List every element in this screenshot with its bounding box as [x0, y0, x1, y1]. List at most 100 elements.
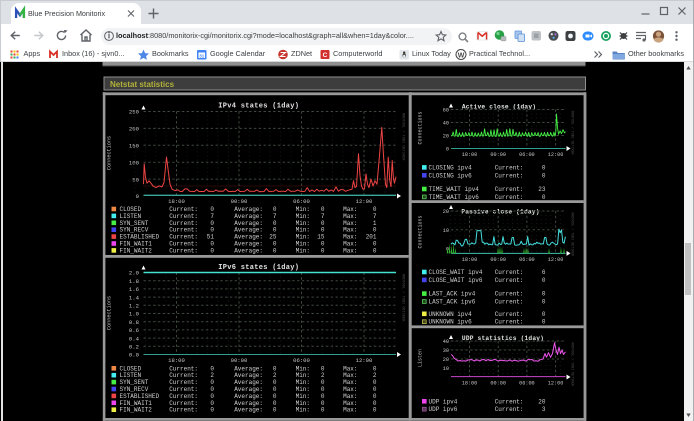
svg-text:0.4: 0.4 — [129, 335, 140, 342]
svg-text:40: 40 — [443, 121, 449, 127]
svg-text:12:00: 12:00 — [356, 198, 373, 205]
svg-text:2.0: 2.0 — [129, 270, 140, 277]
svg-text:0: 0 — [321, 407, 325, 414]
svg-text:CLOSE_WAIT ipv4: CLOSE_WAIT ipv4 — [429, 269, 483, 276]
svg-text:Current:: Current: — [495, 311, 524, 318]
svg-text:Average:: Average: — [234, 407, 263, 414]
svg-text:30: 30 — [443, 348, 449, 354]
svg-text:0: 0 — [210, 247, 214, 254]
svg-text:0: 0 — [446, 147, 449, 153]
svg-text:Current:: Current: — [169, 407, 198, 414]
svg-text:1.2: 1.2 — [129, 303, 139, 310]
svg-text:Min:: Min: — [296, 407, 310, 414]
svg-text:Connections: Connections — [418, 111, 424, 144]
svg-text:Current:: Current: — [495, 398, 524, 405]
svg-text:Current:: Current: — [495, 319, 524, 326]
svg-text:Max:: Max: — [343, 247, 357, 254]
svg-text:Connections: Connections — [418, 215, 424, 248]
svg-text:20: 20 — [443, 134, 449, 140]
svg-text:1.6: 1.6 — [129, 286, 139, 293]
svg-text:Current:: Current: — [169, 247, 198, 254]
svg-text:23: 23 — [538, 186, 546, 193]
svg-text:Current:: Current: — [495, 186, 524, 193]
svg-text:0: 0 — [542, 311, 546, 318]
svg-text:TIME_WAIT ipv4: TIME_WAIT ipv4 — [429, 186, 480, 193]
svg-text:Passive close (1day): Passive close (1day) — [461, 208, 539, 215]
svg-text:20: 20 — [443, 357, 449, 363]
svg-text:06:00: 06:00 — [293, 357, 310, 364]
svg-text:Min:: Min: — [296, 247, 310, 254]
svg-text:Current:: Current: — [495, 172, 524, 179]
svg-text:0: 0 — [542, 291, 546, 298]
svg-text:12:00: 12:00 — [548, 257, 564, 263]
svg-text:Average:: Average: — [234, 247, 263, 254]
svg-text:0.8: 0.8 — [129, 319, 139, 326]
svg-text:06:00: 06:00 — [519, 152, 535, 158]
svg-text:IPv4 states (1day): IPv4 states (1day) — [218, 103, 299, 111]
svg-text:FIN_WAIT2: FIN_WAIT2 — [120, 407, 153, 414]
svg-text:Current:: Current: — [495, 194, 524, 201]
svg-text:18:00: 18:00 — [462, 152, 478, 158]
svg-text:CLOSE_WAIT ipv6: CLOSE_WAIT ipv6 — [429, 277, 483, 284]
svg-text:200: 200 — [129, 126, 140, 133]
svg-text:150: 150 — [129, 143, 140, 150]
svg-text:RRDTOOL / TOBI OETIKER: RRDTOOL / TOBI OETIKER — [571, 111, 575, 155]
svg-text:20: 20 — [443, 209, 449, 215]
svg-text:Current:: Current: — [495, 164, 524, 171]
svg-text:06:00: 06:00 — [293, 198, 310, 205]
svg-text:RRDTOOL / TOBI OETIKER: RRDTOOL / TOBI OETIKER — [571, 343, 575, 387]
svg-text:IPv6 states (1day): IPv6 states (1day) — [218, 264, 299, 272]
svg-text:0.2: 0.2 — [129, 344, 139, 351]
svg-text:Current:: Current: — [495, 406, 524, 413]
svg-text:Max:: Max: — [343, 407, 357, 414]
svg-text:12:00: 12:00 — [548, 380, 564, 386]
svg-text:TIME_WAIT ipv6: TIME_WAIT ipv6 — [429, 194, 480, 201]
svg-text:UDP ipv6: UDP ipv6 — [429, 406, 458, 413]
svg-text:10: 10 — [443, 366, 449, 372]
svg-text:CLOSING ipv4: CLOSING ipv4 — [429, 164, 473, 171]
svg-text:250: 250 — [129, 109, 140, 116]
svg-text:Current:: Current: — [495, 291, 524, 298]
svg-text:0: 0 — [210, 407, 214, 414]
svg-text:1.8: 1.8 — [129, 278, 139, 285]
svg-text:00:00: 00:00 — [490, 152, 506, 158]
svg-text:CLOSING ipv6: CLOSING ipv6 — [429, 172, 473, 179]
svg-text:0: 0 — [373, 407, 377, 414]
svg-text:UDP statistics (1day): UDP statistics (1day) — [462, 335, 544, 342]
svg-text:18:00: 18:00 — [168, 357, 185, 364]
svg-text:0: 0 — [542, 172, 546, 179]
svg-text:1.0: 1.0 — [129, 311, 140, 318]
svg-text:18:00: 18:00 — [462, 257, 478, 263]
svg-text:1.4: 1.4 — [129, 294, 140, 301]
svg-text:LAST_ACK ipv6: LAST_ACK ipv6 — [429, 299, 476, 306]
svg-text:RRDTOOL / TOBI OETIKER: RRDTOOL / TOBI OETIKER — [571, 213, 575, 257]
svg-text:FIN_WAIT2: FIN_WAIT2 — [120, 247, 153, 254]
svg-text:3: 3 — [542, 406, 546, 413]
svg-text:Netstat statistics: Netstat statistics — [110, 80, 175, 89]
svg-text:100: 100 — [129, 159, 140, 166]
svg-text:18:00: 18:00 — [168, 198, 185, 205]
svg-text:18:00: 18:00 — [462, 380, 478, 386]
svg-text:0: 0 — [542, 299, 546, 306]
svg-text:40: 40 — [443, 339, 449, 345]
svg-text:Current:: Current: — [495, 299, 524, 306]
svg-text:0: 0 — [273, 247, 277, 254]
svg-text:0: 0 — [273, 407, 277, 414]
svg-text:12:00: 12:00 — [356, 357, 373, 364]
svg-text:0.6: 0.6 — [129, 327, 139, 334]
svg-text:0: 0 — [373, 247, 377, 254]
svg-text:60: 60 — [443, 108, 449, 114]
svg-text:00:00: 00:00 — [490, 257, 506, 263]
svg-text:10: 10 — [443, 228, 449, 234]
svg-text:12:00: 12:00 — [548, 152, 564, 158]
svg-text:50: 50 — [132, 176, 139, 183]
svg-text:Connections: Connections — [107, 136, 113, 170]
svg-text:UNKNOWN ipv6: UNKNOWN ipv6 — [429, 319, 473, 326]
svg-text:0.0: 0.0 — [129, 352, 140, 359]
svg-text:00:00: 00:00 — [231, 357, 248, 364]
svg-text:00:00: 00:00 — [231, 198, 248, 205]
svg-text:0: 0 — [542, 194, 546, 201]
svg-text:Current:: Current: — [495, 269, 524, 276]
svg-text:20: 20 — [538, 398, 546, 405]
svg-text:0: 0 — [542, 164, 546, 171]
